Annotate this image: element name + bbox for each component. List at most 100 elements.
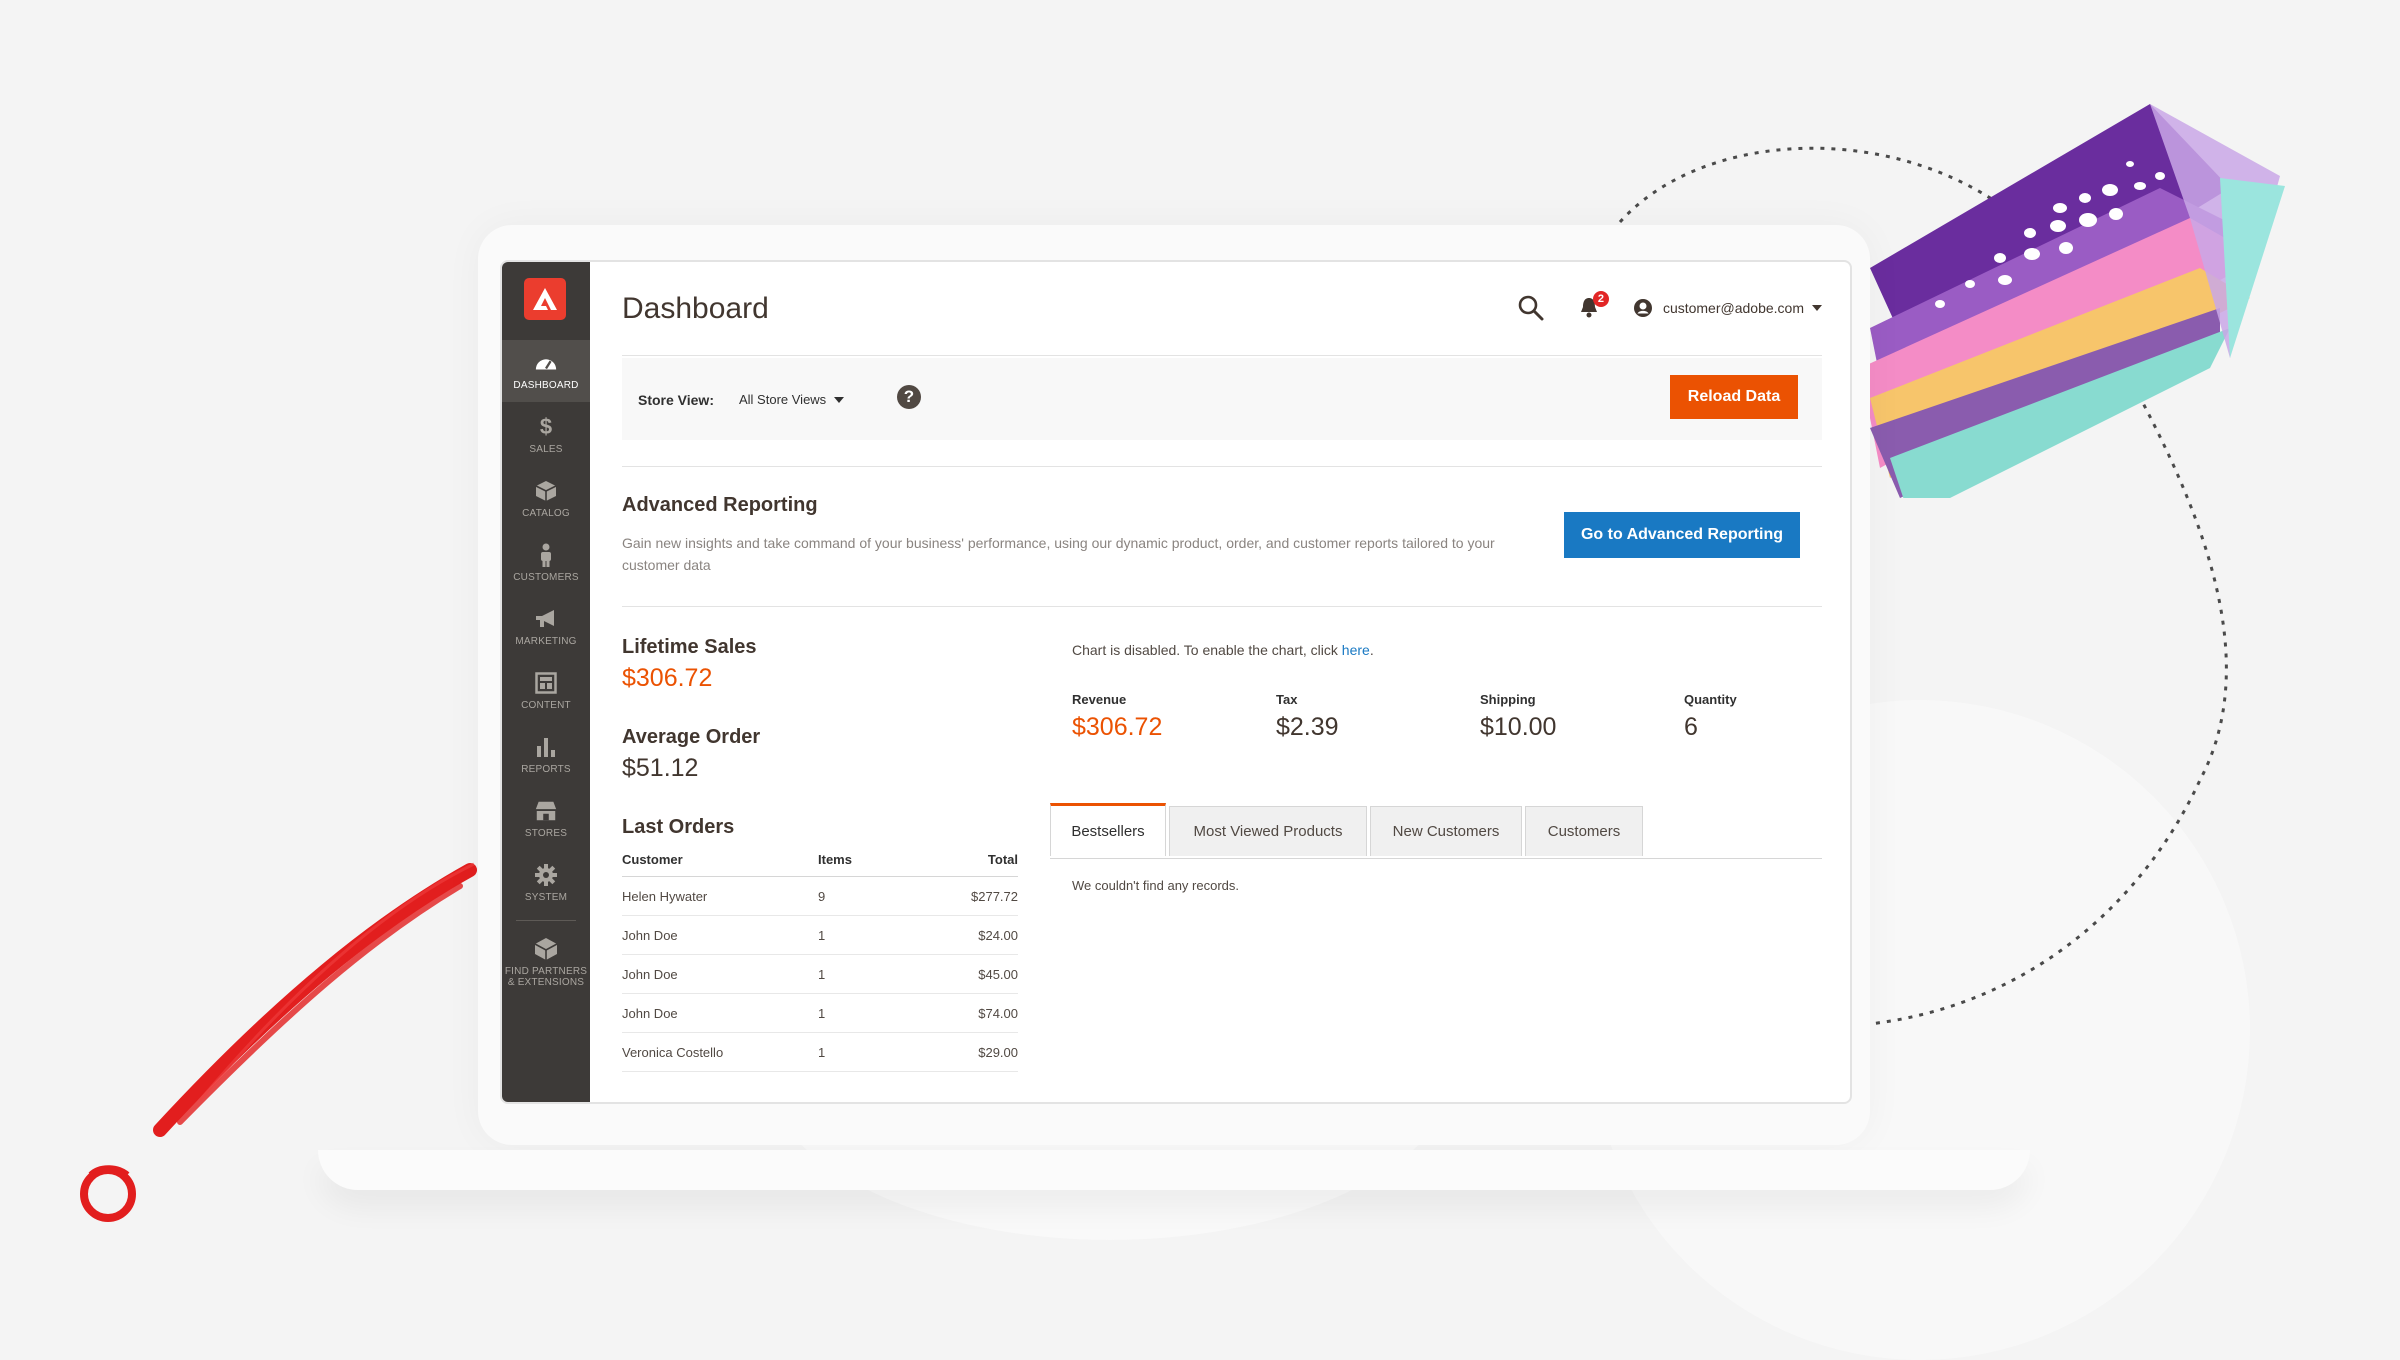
order-total: $29.00 bbox=[928, 1032, 1018, 1072]
sidebar-item-content[interactable]: CONTENT bbox=[502, 660, 590, 722]
search-icon[interactable] bbox=[1517, 294, 1545, 322]
metric-shipping: Shipping $10.00 bbox=[1480, 692, 1556, 742]
order-total: $74.00 bbox=[928, 993, 1018, 1033]
advanced-reporting-title: Advanced Reporting bbox=[622, 494, 818, 516]
order-customer: John Doe bbox=[622, 993, 818, 1033]
go-to-advanced-reporting-button[interactable]: Go to Advanced Reporting bbox=[1564, 512, 1800, 558]
table-row[interactable]: John Doe 1 $45.00 bbox=[622, 954, 1018, 994]
user-account-menu[interactable]: customer@adobe.com bbox=[1633, 298, 1822, 318]
metric-quantity: Quantity 6 bbox=[1684, 692, 1737, 742]
table-row[interactable]: Helen Hywater 9 $277.72 bbox=[622, 876, 1018, 916]
sidebar-item-sales[interactable]: $ SALES bbox=[502, 404, 590, 466]
average-order-label: Average Order bbox=[622, 726, 761, 748]
average-order-value: $51.12 bbox=[622, 754, 699, 782]
store-view-select[interactable]: All Store Views bbox=[739, 392, 845, 407]
table-row[interactable]: Veronica Costello 1 $29.00 bbox=[622, 1032, 1018, 1072]
lifetime-sales-label: Lifetime Sales bbox=[622, 636, 757, 658]
enable-chart-link[interactable]: here bbox=[1342, 642, 1370, 658]
sidebar-item-catalog[interactable]: CATALOG bbox=[502, 468, 590, 530]
tab-bestsellers[interactable]: Bestsellers bbox=[1050, 803, 1166, 856]
table-row[interactable]: John Doe 1 $74.00 bbox=[622, 993, 1018, 1033]
sidebar-item-label-line: & EXTENSIONS bbox=[507, 976, 585, 988]
order-items: 1 bbox=[818, 993, 928, 1033]
order-items: 9 bbox=[818, 876, 928, 916]
metric-tax: Tax $2.39 bbox=[1276, 692, 1339, 742]
metric-label: Shipping bbox=[1480, 692, 1536, 707]
adobe-a-icon bbox=[533, 288, 557, 310]
help-icon[interactable]: ? bbox=[897, 385, 921, 409]
admin-sidebar: DASHBOARD $ SALES CATALOG CUSTOMERS MARK… bbox=[502, 262, 590, 1102]
column-header-customer: Customer bbox=[622, 842, 818, 877]
store-view-selected: All Store Views bbox=[739, 392, 827, 407]
layout-icon bbox=[534, 671, 558, 695]
metric-label: Tax bbox=[1276, 692, 1298, 707]
sidebar-item-label: SYSTEM bbox=[524, 892, 568, 903]
sidebar-item-marketing[interactable]: MARKETING bbox=[502, 596, 590, 658]
colorful-ribbon-decoration bbox=[1860, 104, 2285, 498]
user-avatar-icon bbox=[1633, 299, 1652, 317]
chart-disabled-suffix: . bbox=[1369, 642, 1374, 658]
section-divider bbox=[622, 466, 1822, 467]
store-view-bar: Store View: All Store Views ? Reload Dat… bbox=[622, 358, 1822, 440]
chart-disabled-text: Chart is disabled. To enable the chart, … bbox=[1072, 642, 1342, 658]
sidebar-item-label: REPORTS bbox=[521, 764, 571, 775]
order-total: $45.00 bbox=[928, 954, 1018, 994]
sidebar-item-label-line: FIND PARTNERS bbox=[504, 965, 588, 977]
advanced-reporting-description: Gain new insights and take command of yo… bbox=[622, 535, 1495, 573]
bar-chart-icon bbox=[534, 735, 558, 759]
sidebar-item-label: DASHBOARD bbox=[513, 380, 579, 391]
order-total: $24.00 bbox=[928, 915, 1018, 955]
sidebar-item-label: SALES bbox=[529, 444, 563, 455]
reload-data-button[interactable]: Reload Data bbox=[1670, 375, 1798, 419]
sidebar-item-label: CATALOG bbox=[522, 508, 570, 519]
tab-customers[interactable]: Customers bbox=[1525, 806, 1643, 856]
section-divider bbox=[622, 606, 1822, 607]
box-icon bbox=[534, 479, 558, 503]
chevron-down-icon bbox=[834, 396, 845, 403]
main-content: Dashboard 2 customer@adobe.com Store Vie… bbox=[590, 262, 1850, 1102]
sidebar-item-reports[interactable]: REPORTS bbox=[502, 724, 590, 786]
metric-label: Revenue bbox=[1072, 692, 1127, 707]
adobe-logo[interactable] bbox=[524, 278, 566, 320]
last-orders-table: Customer Items Total Helen Hywater 9 $27… bbox=[622, 842, 1018, 1072]
brand-ring-logo bbox=[80, 1165, 136, 1222]
sidebar-item-system[interactable]: SYSTEM bbox=[502, 852, 590, 914]
lifetime-sales-value: $306.72 bbox=[622, 664, 713, 692]
sidebar-item-label: STORES bbox=[524, 828, 568, 839]
chart-disabled-notice: Chart is disabled. To enable the chart, … bbox=[1072, 642, 1374, 658]
user-email: customer@adobe.com bbox=[1662, 300, 1804, 316]
sidebar-item-label: FIND PARTNERS & EXTENSIONS bbox=[505, 966, 587, 988]
column-header-total: Total bbox=[928, 842, 1018, 877]
tab-new-customers[interactable]: New Customers bbox=[1370, 806, 1522, 856]
order-items: 1 bbox=[818, 915, 928, 955]
order-total: $277.72 bbox=[928, 876, 1018, 916]
order-customer: John Doe bbox=[622, 954, 818, 994]
metric-value: $2.39 bbox=[1276, 713, 1339, 741]
chevron-down-icon bbox=[1812, 305, 1822, 311]
empty-records-message: We couldn't find any records. bbox=[1072, 878, 1239, 893]
tab-most-viewed-products[interactable]: Most Viewed Products bbox=[1169, 806, 1367, 856]
sidebar-item-dashboard[interactable]: DASHBOARD bbox=[502, 340, 590, 402]
dashboard-tabs: Bestsellers Most Viewed Products New Cus… bbox=[1050, 803, 1822, 859]
order-items: 1 bbox=[818, 954, 928, 994]
notification-count-badge: 2 bbox=[1592, 291, 1609, 307]
metric-revenue: Revenue $306.72 bbox=[1072, 692, 1162, 742]
sidebar-item-label: MARKETING bbox=[515, 636, 577, 647]
notifications-button[interactable]: 2 bbox=[1579, 291, 1609, 321]
dashboard-icon bbox=[534, 351, 558, 375]
gear-icon bbox=[534, 863, 558, 887]
sidebar-item-find-partners[interactable]: FIND PARTNERS & EXTENSIONS bbox=[502, 926, 590, 998]
order-customer: Helen Hywater bbox=[622, 876, 818, 916]
sidebar-item-stores[interactable]: STORES bbox=[502, 788, 590, 850]
sidebar-item-customers[interactable]: CUSTOMERS bbox=[502, 532, 590, 594]
metric-value: $306.72 bbox=[1072, 713, 1163, 741]
sidebar-divider bbox=[516, 920, 576, 921]
store-icon bbox=[534, 799, 558, 823]
column-header-items: Items bbox=[818, 842, 928, 877]
metric-label: Quantity bbox=[1684, 692, 1737, 707]
order-items: 1 bbox=[818, 1032, 928, 1072]
table-row[interactable]: John Doe 1 $24.00 bbox=[622, 915, 1018, 955]
red-brush-stroke-decoration bbox=[153, 862, 477, 1137]
megaphone-icon bbox=[534, 607, 558, 631]
page-title: Dashboard bbox=[622, 292, 769, 325]
